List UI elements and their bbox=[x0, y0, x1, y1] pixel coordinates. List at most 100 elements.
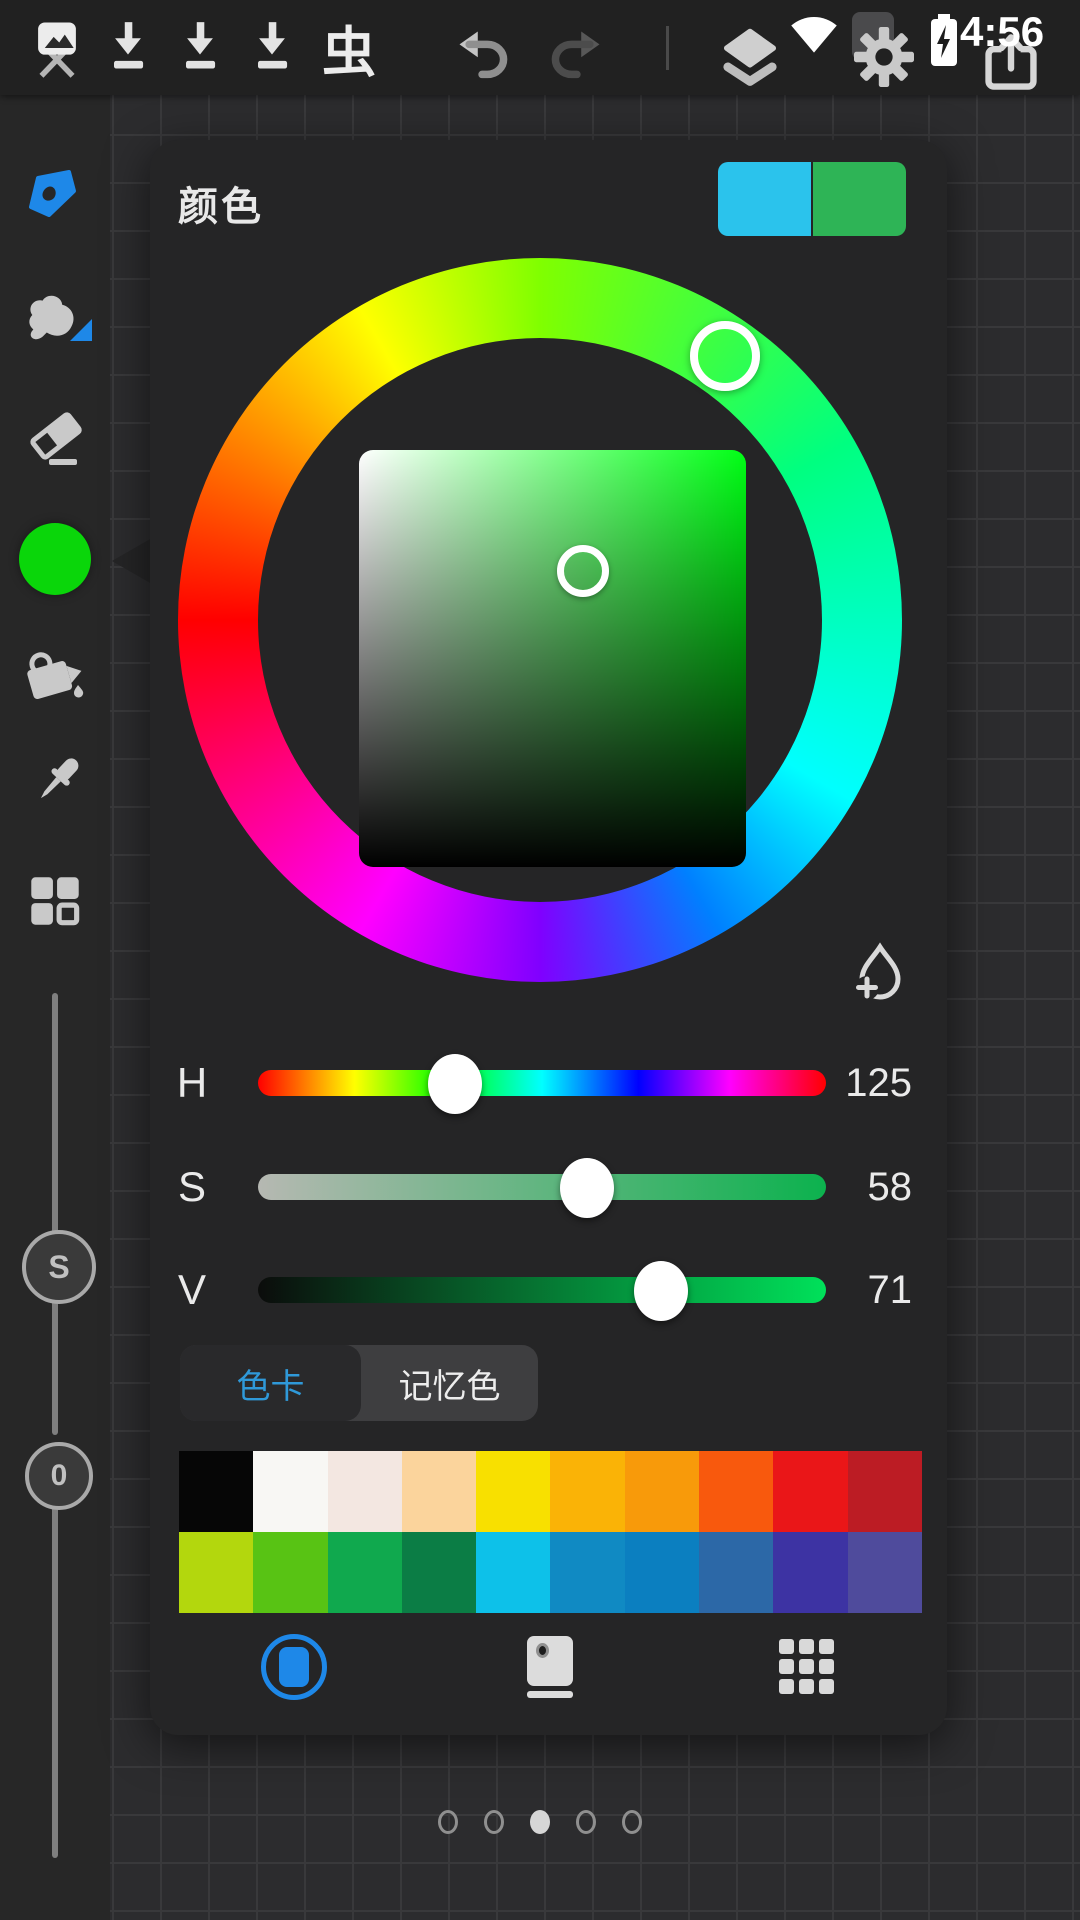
value-slider-label: V bbox=[150, 1258, 234, 1322]
import-button-2[interactable] bbox=[176, 20, 224, 76]
grid-view-button[interactable] bbox=[779, 1639, 834, 1694]
page-dot[interactable] bbox=[622, 1810, 642, 1834]
import-button-3[interactable] bbox=[248, 20, 296, 76]
palette-swatch[interactable] bbox=[848, 1532, 922, 1613]
size-slider-handle[interactable]: S bbox=[22, 1230, 96, 1304]
fill-tool-button[interactable] bbox=[0, 635, 110, 719]
layout-tool-button[interactable] bbox=[0, 859, 110, 943]
palette-swatch[interactable] bbox=[328, 1532, 402, 1613]
color-panel: 颜色 H 125 S 5 bbox=[150, 140, 947, 1735]
palette-swatch[interactable] bbox=[402, 1451, 476, 1532]
opacity-slider-handle[interactable]: 0 bbox=[25, 1442, 93, 1510]
palette-swatch[interactable] bbox=[328, 1451, 402, 1532]
page-dot-active[interactable] bbox=[530, 1810, 550, 1834]
grid-view-icon-cell bbox=[779, 1659, 794, 1674]
palette-swatch[interactable] bbox=[179, 1532, 253, 1613]
value-slider-row: V 71 bbox=[150, 1258, 947, 1322]
saturation-value-square[interactable] bbox=[359, 450, 746, 867]
battery-indicator bbox=[928, 12, 960, 70]
saturation-slider-handle[interactable] bbox=[560, 1158, 614, 1218]
palette-swatch[interactable] bbox=[476, 1451, 550, 1532]
secondary-color-swatch[interactable] bbox=[718, 162, 811, 236]
palette-swatch[interactable] bbox=[476, 1532, 550, 1613]
wifi-indicator bbox=[788, 10, 840, 54]
hue-slider-track[interactable] bbox=[258, 1070, 826, 1096]
panel-title: 颜色 bbox=[178, 174, 264, 232]
saturation-slider-track[interactable] bbox=[258, 1174, 826, 1200]
undo-button[interactable] bbox=[452, 25, 510, 83]
palette-swatch[interactable] bbox=[699, 1532, 773, 1613]
download-icon bbox=[104, 20, 152, 76]
value-slider-value: 71 bbox=[834, 1258, 912, 1322]
eraser-icon bbox=[21, 403, 89, 471]
card-view-button[interactable] bbox=[527, 1636, 573, 1698]
tool-sidebar: S 0 bbox=[0, 95, 110, 1920]
smudge-tool-button[interactable] bbox=[0, 275, 110, 355]
undo-icon bbox=[452, 25, 510, 83]
import-button-1[interactable] bbox=[104, 20, 152, 76]
card-view-icon bbox=[527, 1636, 573, 1686]
settings-button[interactable] bbox=[854, 27, 914, 87]
palette-tabs: 色卡 记忆色 bbox=[180, 1345, 538, 1421]
tab-memory-colors[interactable]: 记忆色 bbox=[361, 1345, 538, 1421]
top-toolbar: 虫 bbox=[0, 0, 1080, 95]
hue-slider-label: H bbox=[150, 1051, 234, 1115]
hue-slider-row: H 125 bbox=[150, 1051, 947, 1115]
current-color-pair bbox=[718, 162, 906, 236]
size-slider-track[interactable] bbox=[52, 993, 58, 1435]
eraser-tool-button[interactable] bbox=[0, 395, 110, 479]
primary-color-swatch[interactable] bbox=[813, 162, 906, 236]
add-color-drop-button[interactable] bbox=[850, 942, 910, 1002]
grid-view-icon-cell bbox=[819, 1639, 834, 1654]
paint-tool-button[interactable] bbox=[0, 157, 110, 237]
grid-view-icon-cell bbox=[819, 1659, 834, 1674]
hue-ring-handle[interactable] bbox=[690, 321, 760, 391]
smudge-icon bbox=[22, 282, 88, 348]
redo-button[interactable] bbox=[549, 25, 607, 83]
droplet-plus-icon bbox=[850, 942, 910, 1002]
palette-swatch[interactable] bbox=[253, 1532, 327, 1613]
palette-swatch[interactable] bbox=[550, 1532, 624, 1613]
wifi-icon bbox=[788, 10, 840, 54]
saturation-value-handle[interactable] bbox=[557, 545, 609, 597]
bug-button[interactable]: 虫 bbox=[314, 10, 384, 84]
bug-icon: 虫 bbox=[322, 8, 376, 87]
app-screen: 虫 bbox=[0, 0, 1080, 1920]
redo-icon bbox=[549, 25, 607, 83]
palette-swatch[interactable] bbox=[773, 1532, 847, 1613]
panel-anchor-arrow bbox=[112, 538, 152, 584]
opacity-slider-label: 0 bbox=[51, 1459, 68, 1493]
eyedropper-icon bbox=[22, 750, 88, 816]
palette-swatch[interactable] bbox=[402, 1532, 476, 1613]
grid-view-icon-cell bbox=[799, 1659, 814, 1674]
wheel-view-button[interactable] bbox=[261, 1634, 327, 1700]
brush-icon bbox=[23, 165, 87, 229]
value-slider-track[interactable] bbox=[258, 1277, 826, 1303]
page-dot[interactable] bbox=[438, 1810, 458, 1834]
eyedropper-tool-button[interactable] bbox=[0, 743, 110, 823]
opacity-slider-track[interactable] bbox=[52, 1472, 58, 1858]
grid-view-icon-cell bbox=[799, 1639, 814, 1654]
easel-icon bbox=[30, 18, 84, 78]
tab-color-cards[interactable]: 色卡 bbox=[180, 1345, 361, 1421]
current-color-button[interactable] bbox=[0, 519, 110, 599]
palette-swatch[interactable] bbox=[253, 1451, 327, 1532]
palette-swatch[interactable] bbox=[848, 1451, 922, 1532]
palette-swatch[interactable] bbox=[550, 1451, 624, 1532]
layers-button[interactable] bbox=[719, 26, 781, 88]
palette-swatch[interactable] bbox=[179, 1451, 253, 1532]
paint-bucket-icon bbox=[21, 643, 89, 711]
page-dot[interactable] bbox=[576, 1810, 596, 1834]
canvas-easel-button[interactable] bbox=[30, 18, 84, 78]
view-mode-bar bbox=[150, 1634, 947, 1700]
page-indicator bbox=[0, 1810, 1080, 1834]
palette-swatch[interactable] bbox=[699, 1451, 773, 1532]
battery-charging-icon bbox=[928, 12, 960, 70]
palette-swatch[interactable] bbox=[773, 1451, 847, 1532]
palette-row-2 bbox=[179, 1532, 922, 1613]
palette-swatch[interactable] bbox=[625, 1532, 699, 1613]
hue-slider-handle[interactable] bbox=[428, 1054, 482, 1114]
palette-swatch[interactable] bbox=[625, 1451, 699, 1532]
page-dot[interactable] bbox=[484, 1810, 504, 1834]
value-slider-handle[interactable] bbox=[634, 1261, 688, 1321]
